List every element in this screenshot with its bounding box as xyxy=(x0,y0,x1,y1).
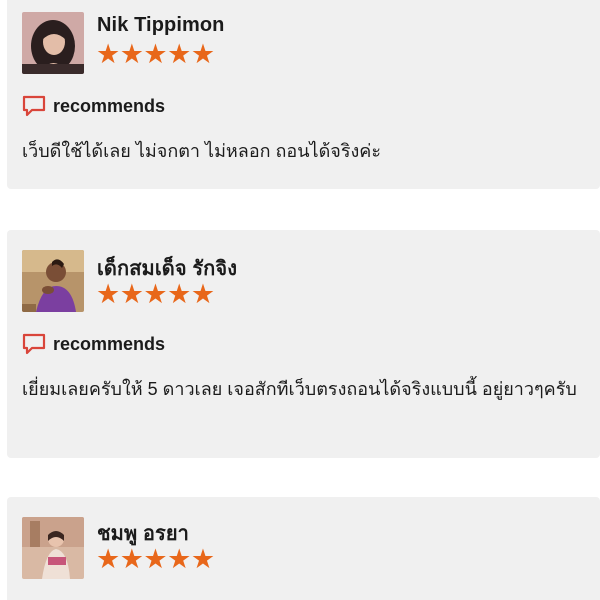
recommendation: recommends xyxy=(22,95,165,117)
review-text: เยี่ยมเลยครับให้ 5 ดาวเลย เจอสักทีเว็บตร… xyxy=(22,379,577,399)
star-rating: ★★★★★ xyxy=(96,279,215,309)
recommendation-label: recommends xyxy=(53,333,166,354)
avatar[interactable] xyxy=(22,250,84,312)
star-rating: ★★★★★ xyxy=(96,39,215,69)
avatar[interactable] xyxy=(22,12,84,74)
review-feed: Nik Tippimon ★★★★★ recommends เว็บดีใช้ไ… xyxy=(0,0,600,600)
speech-bubble-icon xyxy=(22,95,46,117)
star-rating: ★★★★★ xyxy=(96,544,215,574)
review-text: เว็บดีใช้ได้เลย ไม่จกตา ไม่หลอก ถอนได้จร… xyxy=(22,141,382,161)
recommendation: recommends xyxy=(22,333,165,355)
review-card: เด็กสมเด็จ รักจิง ★★★★★ recommends เยี่ย… xyxy=(7,230,600,458)
recommendation-label: recommends xyxy=(53,95,166,116)
reviewer-name[interactable]: Nik Tippimon xyxy=(97,14,225,37)
speech-bubble-icon xyxy=(22,333,46,355)
review-card: Nik Tippimon ★★★★★ recommends เว็บดีใช้ไ… xyxy=(7,0,600,189)
avatar[interactable] xyxy=(22,517,84,579)
review-card: ชมพู อรยา ★★★★★ xyxy=(7,497,600,600)
